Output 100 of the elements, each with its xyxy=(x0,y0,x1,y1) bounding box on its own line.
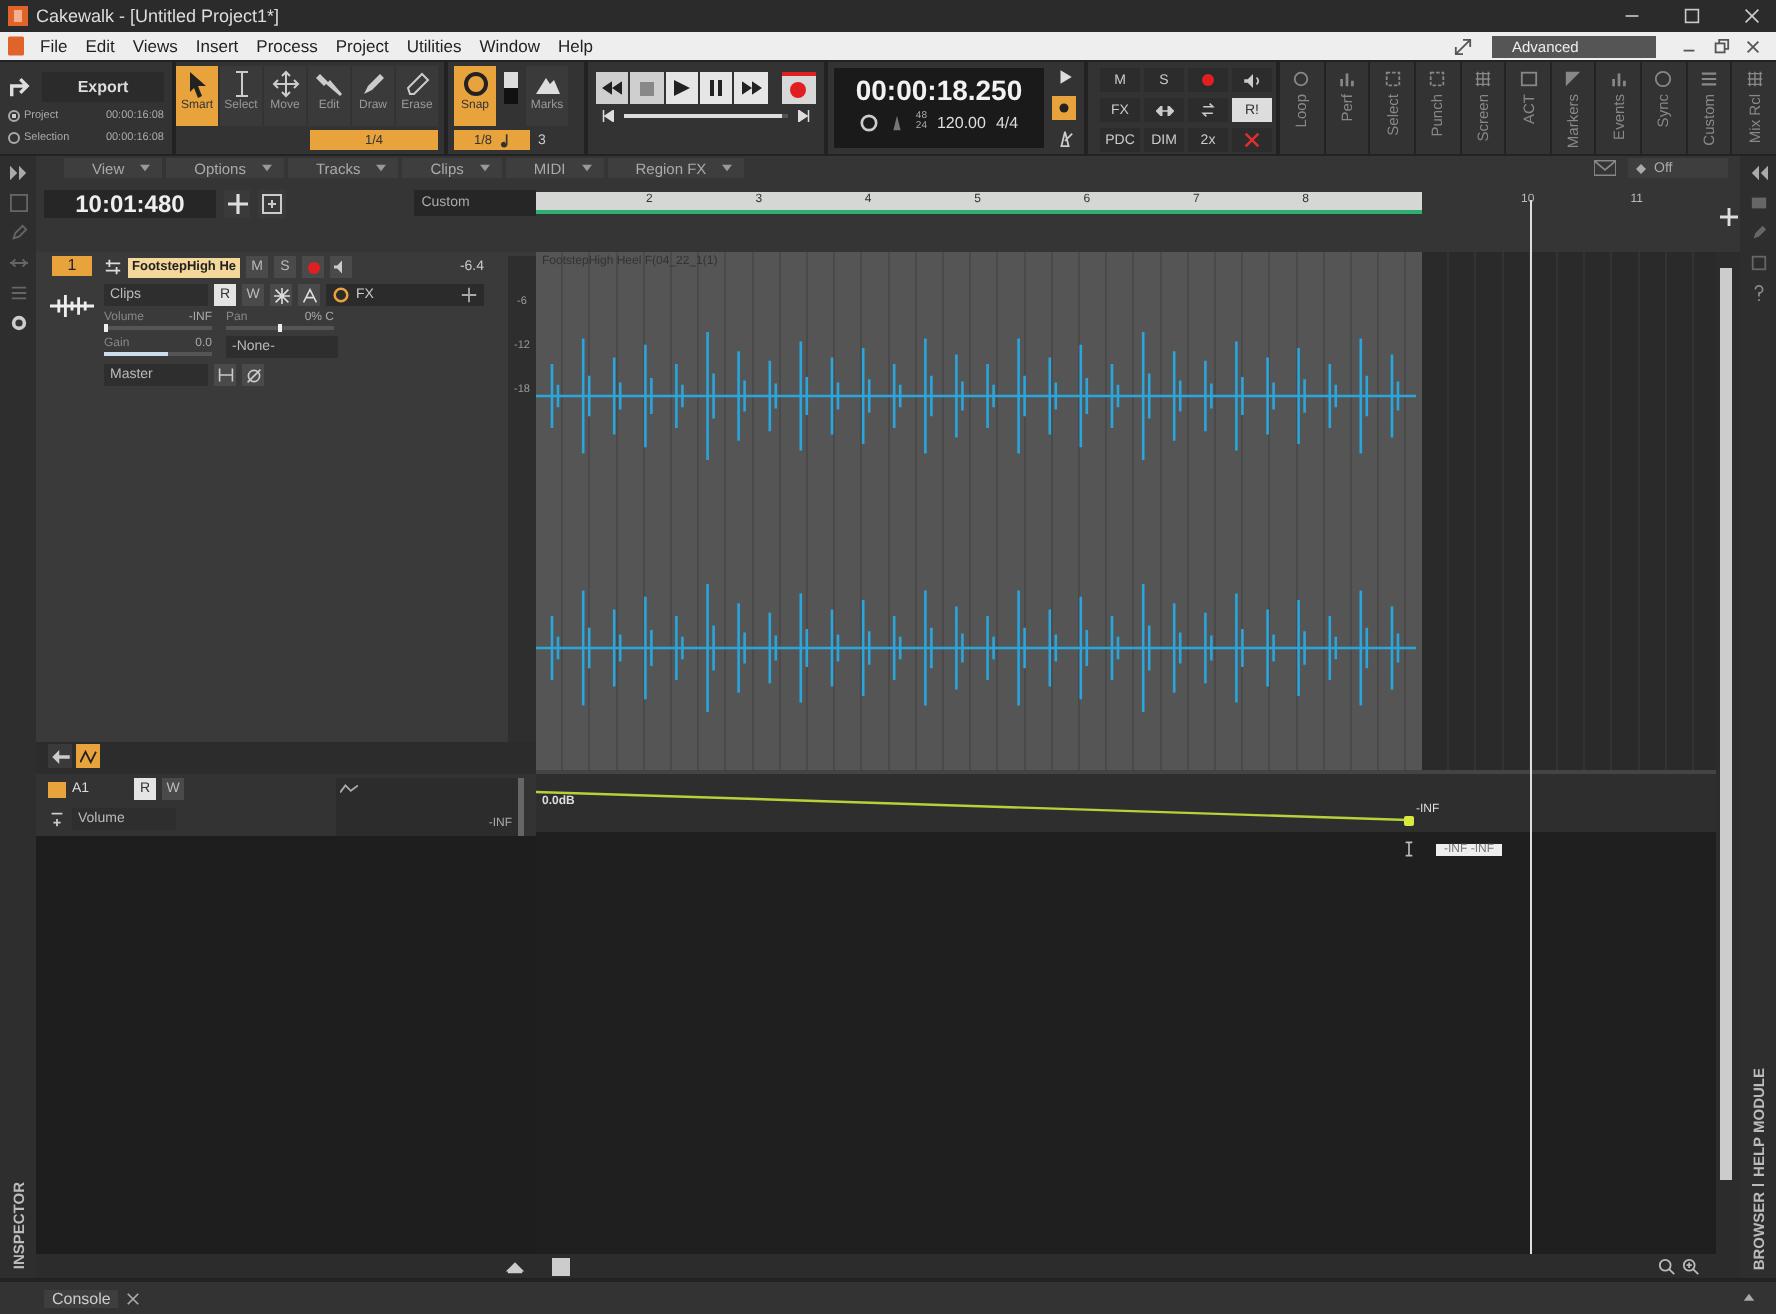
envelope-icon[interactable] xyxy=(1594,160,1616,176)
close-icon[interactable] xyxy=(1744,37,1762,55)
audio-waveform-icon xyxy=(50,292,94,320)
export-dropdown[interactable]: Export xyxy=(42,71,164,101)
pencil-icon xyxy=(359,70,387,98)
window-icon xyxy=(1519,70,1538,88)
phase-icon xyxy=(245,367,261,383)
record-button[interactable] xyxy=(781,72,817,104)
add-button[interactable] xyxy=(1716,180,1740,252)
caret-icon xyxy=(581,164,592,172)
rewind-button[interactable] xyxy=(596,72,629,104)
tempo-display[interactable]: 120.00 xyxy=(936,113,986,131)
fast-forward-icon xyxy=(741,80,762,96)
stop-icon xyxy=(640,81,655,95)
record-icon xyxy=(788,80,809,100)
pencil-icon[interactable] xyxy=(9,224,27,242)
square-icon[interactable] xyxy=(9,194,27,212)
list-icon xyxy=(1700,70,1719,88)
radio-button[interactable] xyxy=(8,110,20,122)
menu-item[interactable]: Project xyxy=(327,36,397,56)
restore-icon[interactable] xyxy=(1712,37,1730,55)
arrows-icon[interactable] xyxy=(9,254,27,272)
record-mode-button[interactable] xyxy=(1052,96,1076,120)
swap-button[interactable] xyxy=(1144,98,1184,122)
asterisk-icon xyxy=(273,287,289,303)
grid-icon xyxy=(1745,70,1764,88)
caret-icon xyxy=(261,164,272,172)
insert-track-button[interactable] xyxy=(258,190,286,218)
bars-icon xyxy=(1337,70,1356,88)
play-icon[interactable] xyxy=(1055,68,1073,86)
menu-item[interactable]: Window xyxy=(471,36,548,56)
loop-icon xyxy=(1292,70,1311,88)
menu-item[interactable]: Help xyxy=(549,36,601,56)
eraser-icon xyxy=(403,70,431,98)
record-icon xyxy=(307,261,319,273)
phase-button[interactable] xyxy=(242,364,264,386)
pencil-icon[interactable] xyxy=(1749,224,1767,242)
window-title: Cakewalk - [Untitled Project1*] xyxy=(36,6,280,26)
collapse-icon[interactable] xyxy=(506,1257,524,1275)
menu-item[interactable]: Insert xyxy=(187,36,247,56)
collapse-lanes-button[interactable] xyxy=(48,744,72,768)
expand-icon[interactable] xyxy=(1454,37,1472,55)
zoom-in-icon[interactable] xyxy=(1682,1257,1700,1275)
maximize-icon[interactable] xyxy=(1684,8,1700,24)
fast-forward-button[interactable] xyxy=(734,72,768,104)
now-time-display: 00:00:18.250 xyxy=(855,74,1023,106)
help-icon[interactable] xyxy=(1749,284,1767,302)
caret-icon xyxy=(376,164,387,172)
flag-icon xyxy=(1564,70,1583,88)
recycle-button[interactable] xyxy=(1188,98,1228,122)
power-icon[interactable] xyxy=(332,286,350,304)
go-to-end-icon[interactable] xyxy=(798,110,810,122)
menu-item[interactable]: Edit xyxy=(77,36,123,56)
plus-icon xyxy=(227,194,248,214)
menu-item[interactable]: Views xyxy=(124,36,186,56)
play-icon xyxy=(673,80,690,96)
expand-icon[interactable] xyxy=(1742,1291,1756,1305)
play-button[interactable] xyxy=(665,72,699,104)
plus-minus-icon[interactable] xyxy=(48,810,66,828)
menu-item[interactable]: Utilities xyxy=(398,36,470,56)
metronome-icon[interactable] xyxy=(1055,130,1073,148)
folder-icon[interactable] xyxy=(1749,194,1767,212)
mixer-icon[interactable] xyxy=(104,258,122,276)
width-button[interactable] xyxy=(214,364,236,386)
radio-button[interactable] xyxy=(8,132,20,144)
clock-icon xyxy=(1654,70,1673,88)
zoom-out-icon[interactable] xyxy=(1658,1257,1676,1275)
monitor-button[interactable] xyxy=(330,256,352,278)
dot-icon xyxy=(1058,102,1070,114)
rewind-icon xyxy=(602,80,623,96)
lane-color-swatch xyxy=(48,781,66,797)
menu-item[interactable]: File xyxy=(32,36,76,56)
collapse-icon[interactable] xyxy=(1749,164,1767,182)
scroll-thumb[interactable] xyxy=(552,1257,570,1275)
speaker-button[interactable] xyxy=(1232,68,1272,92)
loop-icon[interactable] xyxy=(859,113,878,131)
arrow-left-icon xyxy=(51,749,69,763)
go-to-start-icon[interactable] xyxy=(602,110,614,122)
note-icon xyxy=(500,133,511,147)
add-icon[interactable] xyxy=(460,286,478,304)
console-tab[interactable]: Console xyxy=(44,1289,119,1307)
close-icon[interactable] xyxy=(126,1291,141,1305)
automation-button[interactable] xyxy=(298,284,320,306)
add-track-button[interactable] xyxy=(223,190,251,218)
pause-button[interactable] xyxy=(700,72,733,104)
ring-icon[interactable] xyxy=(9,314,27,332)
speaker-icon xyxy=(1243,73,1261,87)
menu-item[interactable]: Process xyxy=(248,36,326,56)
meter-display[interactable]: 4/4 xyxy=(995,113,1019,131)
toggle-switch[interactable] xyxy=(504,72,518,104)
track-number: 1 xyxy=(52,256,92,276)
square-icon[interactable] xyxy=(1749,254,1767,272)
list-icon[interactable] xyxy=(9,284,27,302)
expand-icon[interactable] xyxy=(9,164,27,182)
now-time-field[interactable]: 10:01:480 xyxy=(44,190,216,218)
scroll-thumb[interactable] xyxy=(1720,268,1732,1180)
bars-icon xyxy=(1609,70,1628,88)
envelope-node[interactable] xyxy=(1404,816,1414,826)
automation-lanes-button[interactable] xyxy=(76,744,100,768)
freeze-button[interactable] xyxy=(270,284,292,306)
